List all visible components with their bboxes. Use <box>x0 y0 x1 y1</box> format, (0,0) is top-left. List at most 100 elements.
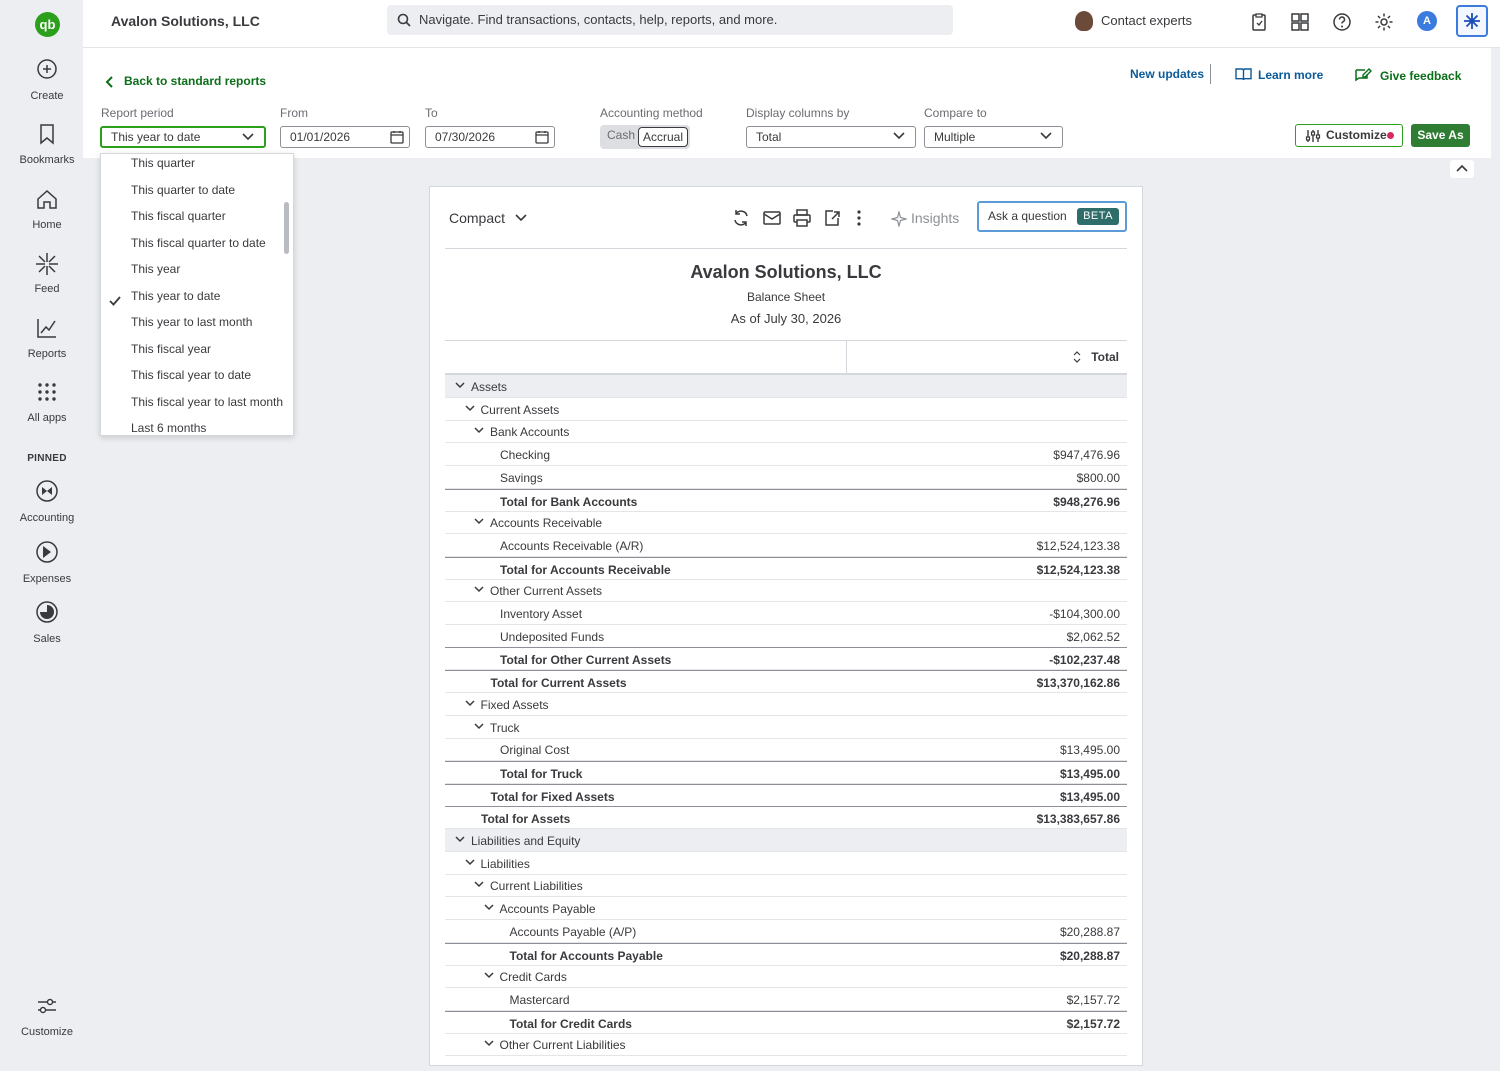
table-row[interactable]: Original Cost $13,495.00 <box>445 738 1127 762</box>
row-value[interactable]: $947,476.96 <box>1053 448 1120 462</box>
column-header-total[interactable]: Total <box>1091 350 1119 364</box>
chevron-down-icon[interactable] <box>474 518 484 525</box>
table-row[interactable]: Accounts Receivable (A/R) $12,524,123.38 <box>445 534 1127 557</box>
compare-to-value: Multiple <box>934 130 976 144</box>
new-updates-link[interactable]: New updates <box>1130 67 1204 81</box>
period-option[interactable]: This fiscal quarter to date <box>131 236 266 250</box>
period-option[interactable]: This fiscal year <box>131 342 211 356</box>
nav-all-apps[interactable]: All apps <box>12 380 82 424</box>
user-avatar[interactable]: A <box>1417 11 1437 31</box>
row-value[interactable]: $2,062.52 <box>1067 630 1120 644</box>
sort-icon[interactable] <box>1073 351 1081 363</box>
refresh-icon[interactable] <box>732 209 750 227</box>
print-icon[interactable] <box>793 209 811 227</box>
home-icon <box>37 189 57 209</box>
table-row[interactable]: Mastercard $2,157.72 <box>445 988 1127 1011</box>
calendar-icon[interactable] <box>390 130 404 144</box>
contact-experts-button[interactable]: Contact experts <box>1075 11 1192 31</box>
insights-button[interactable]: Insights <box>891 210 959 227</box>
row-label: Fixed Assets <box>480 697 549 712</box>
row-value[interactable]: $20,288.87 <box>1060 925 1120 939</box>
export-icon[interactable] <box>823 209 841 227</box>
period-option[interactable]: This fiscal year to date <box>131 368 251 382</box>
report-period-value: This year to date <box>111 130 201 144</box>
chevron-down-icon[interactable] <box>474 427 484 434</box>
to-date-input[interactable]: 07/30/2026 <box>425 126 555 148</box>
quickbooks-logo-icon[interactable]: qb <box>35 12 60 37</box>
chevron-down-icon[interactable] <box>474 722 484 730</box>
chevron-down-icon[interactable] <box>483 1040 494 1047</box>
period-option[interactable]: This year <box>131 262 180 276</box>
help-icon[interactable] <box>1332 12 1352 32</box>
apps-switch-icon[interactable] <box>1290 12 1310 32</box>
row-label: Liabilities <box>480 856 530 871</box>
learn-more-link[interactable]: Learn more <box>1235 67 1323 82</box>
ask-question-button[interactable]: Ask a question BETA <box>977 201 1127 232</box>
chevron-down-icon[interactable] <box>474 586 484 593</box>
period-option[interactable]: Last 6 months <box>131 421 206 435</box>
nav-bookmarks[interactable]: Bookmarks <box>12 122 82 166</box>
total-row: Total for Bank Accounts $948,276.96 <box>445 488 1127 512</box>
nav-customize[interactable]: Customize <box>12 994 82 1038</box>
period-option[interactable]: This year to last month <box>131 315 252 329</box>
period-option[interactable]: This year to date <box>131 289 220 303</box>
total-row: Total for Accounts Payable $20,288.87 <box>445 942 1127 966</box>
compare-to-select[interactable]: Multiple <box>924 126 1063 148</box>
clipboard-icon[interactable] <box>1249 12 1269 32</box>
chevron-down-icon[interactable] <box>483 904 494 911</box>
gear-icon[interactable] <box>1374 12 1394 32</box>
global-search-input[interactable]: Navigate. Find transactions, contacts, h… <box>387 5 953 35</box>
nav-home[interactable]: Home <box>12 187 82 231</box>
row-value[interactable]: $2,157.72 <box>1067 993 1120 1007</box>
row-value[interactable]: $800.00 <box>1077 471 1120 485</box>
nav-expenses[interactable]: Expenses <box>12 541 82 585</box>
nav-create[interactable]: Create <box>12 58 82 102</box>
customize-button[interactable]: Customize <box>1295 124 1403 147</box>
back-to-reports-link[interactable]: Back to standard reports <box>105 74 266 88</box>
view-value: Compact <box>449 210 506 226</box>
dropdown-scrollbar[interactable] <box>284 202 289 254</box>
period-option[interactable]: This quarter to date <box>131 183 235 197</box>
table-row[interactable]: Checking $947,476.96 <box>445 443 1127 467</box>
chevron-down-icon[interactable] <box>464 700 475 707</box>
nav-reports[interactable]: Reports <box>12 316 82 360</box>
more-options-icon[interactable] <box>856 209 862 227</box>
table-row[interactable]: Accounts Payable (A/P) $20,288.87 <box>445 920 1127 943</box>
collapse-filters-button[interactable] <box>1450 160 1474 178</box>
give-feedback-link[interactable]: Give feedback <box>1354 67 1461 83</box>
table-row[interactable]: Inventory Asset -$104,300.00 <box>445 602 1127 625</box>
row-value: $948,276.96 <box>1053 494 1120 509</box>
chevron-down-icon[interactable] <box>474 881 484 888</box>
calendar-icon[interactable] <box>535 130 549 144</box>
table-row[interactable]: Undeposited Funds $2,062.52 <box>445 625 1127 648</box>
view-select[interactable]: Compact <box>449 210 527 226</box>
save-as-button[interactable]: Save As <box>1411 124 1470 147</box>
company-name[interactable]: Avalon Solutions, LLC <box>111 13 260 29</box>
display-columns-select[interactable]: Total <box>746 126 916 148</box>
chevron-down-icon[interactable] <box>464 405 475 412</box>
chevron-down-icon[interactable] <box>455 836 465 843</box>
chevron-down-icon[interactable] <box>483 972 494 979</box>
from-date-input[interactable]: 01/01/2026 <box>280 126 410 148</box>
sparkle-icon <box>1464 13 1480 29</box>
chevron-down-icon <box>1040 132 1052 140</box>
period-option[interactable]: This fiscal quarter <box>131 209 226 223</box>
row-value[interactable]: -$104,300.00 <box>1049 607 1120 621</box>
group-row: Fixed Assets <box>445 693 1127 716</box>
chevron-down-icon[interactable] <box>455 382 465 389</box>
cash-option[interactable]: Cash <box>607 128 635 142</box>
nav-feed[interactable]: Feed <box>12 251 82 295</box>
chevron-down-icon[interactable] <box>464 859 475 866</box>
accrual-option[interactable]: Accrual <box>638 127 688 147</box>
nav-accounting[interactable]: Accounting <box>12 480 82 524</box>
ai-assistant-button[interactable] <box>1456 5 1488 37</box>
report-period-select[interactable]: This year to date <box>100 126 266 148</box>
from-date-value: 01/01/2026 <box>290 130 351 144</box>
period-option[interactable]: This fiscal year to last month <box>131 395 283 409</box>
nav-sales[interactable]: Sales <box>12 601 82 645</box>
row-value[interactable]: $13,495.00 <box>1060 743 1120 757</box>
row-value[interactable]: $12,524,123.38 <box>1037 539 1120 553</box>
email-icon[interactable] <box>763 209 781 227</box>
period-option[interactable]: This quarter <box>131 156 195 170</box>
table-row[interactable]: Savings $800.00 <box>445 466 1127 489</box>
